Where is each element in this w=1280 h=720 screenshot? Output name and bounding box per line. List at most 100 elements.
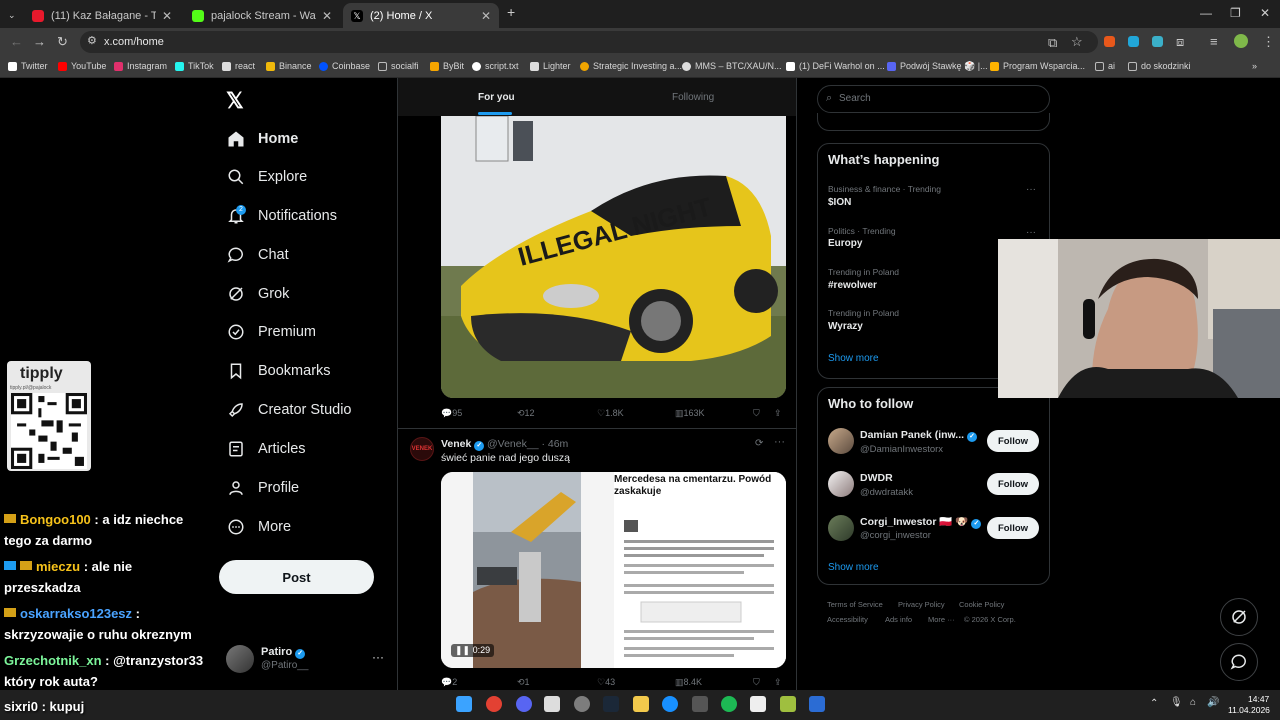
tab-for-you[interactable]: For you xyxy=(478,92,515,103)
bookmarks-overflow-icon[interactable]: » xyxy=(1252,61,1257,71)
timeline[interactable]: ILLEGAL NIGHT 💬 95 ⟲ 12 ♡ 1.8K ▥ 163K ⛉ … xyxy=(397,78,797,690)
footer-link[interactable]: Privacy Policy xyxy=(898,600,945,609)
new-tab-icon[interactable]: + xyxy=(507,4,515,20)
trend-name[interactable]: #rewolwer xyxy=(828,280,877,291)
trend-category[interactable]: Trending in Poland xyxy=(828,308,899,318)
obs-icon[interactable] xyxy=(574,696,590,712)
post-button[interactable]: Post xyxy=(219,560,374,594)
bookmark-star-icon[interactable]: ☆ xyxy=(1071,34,1083,50)
nav-premium[interactable]: Premium xyxy=(226,320,316,344)
tweet-author-handle[interactable]: @Venek__ · 46m xyxy=(487,438,568,450)
bookmark-script[interactable]: script.txt xyxy=(472,61,519,71)
tweet-video[interactable]: Mercedesa na cmentarzu. Powód zaskakuje xyxy=(441,472,786,668)
volume-icon[interactable]: 🔊 xyxy=(1207,697,1219,708)
forward-icon[interactable]: → xyxy=(33,34,46,49)
extension-icon[interactable] xyxy=(1152,36,1163,47)
trend-name[interactable]: $ION xyxy=(828,197,851,208)
window-close-icon[interactable]: ✕ xyxy=(1260,6,1270,20)
windows-start-icon[interactable] xyxy=(456,696,472,712)
trend-name[interactable]: Wyrazy xyxy=(828,321,863,332)
url-text[interactable]: x.com/home xyxy=(104,36,164,48)
clock-date[interactable]: 11.04.2026 xyxy=(1228,705,1270,715)
reply-button[interactable]: 💬 95 xyxy=(441,408,462,419)
avatar[interactable] xyxy=(828,428,854,454)
back-icon[interactable]: ← xyxy=(10,34,23,49)
bookmark-lighter[interactable]: Lighter xyxy=(530,61,571,71)
app-icon[interactable] xyxy=(662,696,678,712)
browser-tab-2[interactable]: pajalock Stream - Watch Live o ✕ xyxy=(184,3,340,28)
bookmark-twitter[interactable]: Twitter xyxy=(8,61,48,71)
app-icon[interactable] xyxy=(809,696,825,712)
clock-time[interactable]: 14:47 xyxy=(1248,694,1269,704)
grok-fab-button[interactable] xyxy=(1220,598,1258,636)
pause-icon[interactable]: ❚❚ xyxy=(455,645,470,655)
follow-button[interactable]: Follow xyxy=(987,473,1039,495)
bookmark-program-wsparcia[interactable]: Program Wsparcia... xyxy=(990,61,1085,71)
close-icon[interactable]: ✕ xyxy=(322,9,332,23)
nav-articles[interactable]: Articles xyxy=(226,437,306,461)
suggestion-name[interactable]: DWDR xyxy=(860,472,893,484)
more-dots-icon[interactable]: ··· xyxy=(774,436,785,448)
extensions-puzzle-icon[interactable]: ⧈ xyxy=(1176,34,1184,50)
install-app-icon[interactable]: ⧉ xyxy=(1048,35,1057,51)
footer-link[interactable]: Terms of Service xyxy=(827,600,883,609)
nav-bookmarks[interactable]: Bookmarks xyxy=(226,359,331,383)
trend-name[interactable]: Europy xyxy=(828,238,862,249)
network-icon[interactable]: ⌂ xyxy=(1190,697,1196,708)
suggestion-handle[interactable]: @DamianInwestorx xyxy=(860,444,943,455)
footer-link[interactable]: Cookie Policy xyxy=(959,600,1004,609)
bookmark-folder-ai[interactable]: ai xyxy=(1095,61,1115,71)
nav-explore[interactable]: Explore xyxy=(226,165,307,189)
bookmark-icon[interactable]: ⛉ xyxy=(753,408,760,419)
bookmark-react[interactable]: react xyxy=(222,61,255,71)
tab-following[interactable]: Following xyxy=(672,92,714,103)
bookmark-defi-warhol[interactable]: (1) DeFi Warhol on ... xyxy=(786,61,885,71)
trend-category[interactable]: Business & finance · Trending xyxy=(828,184,941,194)
maximize-icon[interactable]: ❐ xyxy=(1230,6,1241,20)
avatar[interactable] xyxy=(828,471,854,497)
share-icon[interactable]: ⇪ xyxy=(774,677,782,688)
nav-chat[interactable]: Chat xyxy=(226,243,289,267)
app-icon[interactable] xyxy=(750,696,766,712)
messages-fab-button[interactable] xyxy=(1220,643,1258,681)
steam-icon[interactable] xyxy=(603,696,619,712)
trend-category[interactable]: Politics · Trending xyxy=(828,226,896,236)
microphone-icon[interactable]: 🎙 xyxy=(1170,697,1183,708)
like-button[interactable]: ♡ 1.8K xyxy=(597,408,624,419)
bookmark-strategic-investing[interactable]: Strategic Investing a... xyxy=(580,61,682,71)
close-icon[interactable]: ✕ xyxy=(481,9,491,23)
repost-button[interactable]: ⟲ 12 xyxy=(517,408,535,419)
close-icon[interactable]: ✕ xyxy=(162,9,172,23)
suggestion-name[interactable]: Corgi_Inwestor 🇵🇱 🐶 ✓ xyxy=(860,515,982,529)
footer-link[interactable]: More ··· xyxy=(928,615,955,624)
spotify-icon[interactable] xyxy=(721,696,737,712)
x-logo-icon[interactable]: 𝕏 xyxy=(226,88,244,114)
tab-search-dropdown[interactable]: ⌄ xyxy=(0,3,16,28)
more-dots-icon[interactable]: ··· xyxy=(1026,184,1036,195)
bookmark-bybit[interactable]: ByBit xyxy=(430,61,464,71)
bookmark-instagram[interactable]: Instagram xyxy=(114,61,167,71)
repost-button[interactable]: ⟲ 1 xyxy=(517,677,530,688)
file-explorer-icon[interactable] xyxy=(633,696,649,712)
bookmark-socialfi[interactable]: socialfi xyxy=(378,61,419,71)
extension-icon[interactable] xyxy=(1104,36,1115,47)
bookmark-coinbase[interactable]: Coinbase xyxy=(319,61,370,71)
address-bar[interactable]: ⚙ xyxy=(80,31,1098,53)
show-more-trends-link[interactable]: Show more xyxy=(828,353,879,364)
app-icon[interactable] xyxy=(780,696,796,712)
follow-button[interactable]: Follow xyxy=(987,517,1039,539)
bookmark-binance[interactable]: Binance xyxy=(266,61,312,71)
suggestion-name[interactable]: Damian Panek (inw... ✓ xyxy=(860,429,978,442)
menu-kebab-icon[interactable]: ⋮ xyxy=(1262,34,1275,50)
account-switcher[interactable]: Patiro ✓ @Patiro__ ··· xyxy=(226,644,386,674)
bookmark-tiktok[interactable]: TikTok xyxy=(175,61,214,71)
browser-tab-1[interactable]: (11) Kaz Bałagane - Trendsetter ✕ xyxy=(24,3,180,28)
footer-link[interactable]: Ads info xyxy=(885,615,912,624)
avatar[interactable]: VENEK xyxy=(410,437,434,461)
profile-avatar-icon[interactable] xyxy=(1234,34,1248,48)
suggestion-handle[interactable]: @dwdratakk xyxy=(860,487,913,498)
nav-home[interactable]: Home xyxy=(226,127,298,151)
reload-icon[interactable]: ↻ xyxy=(57,34,68,50)
share-icon[interactable]: ⇪ xyxy=(774,408,782,419)
nav-grok[interactable]: Grok xyxy=(226,282,289,306)
